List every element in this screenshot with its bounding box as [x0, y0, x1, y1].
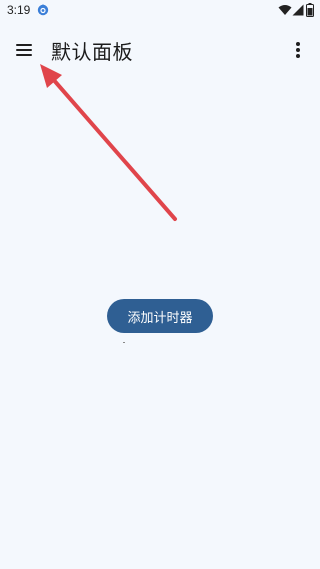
app-bar: 默认面板 — [0, 28, 320, 72]
divider-dot — [123, 342, 125, 343]
menu-button[interactable] — [12, 38, 38, 62]
add-timer-button[interactable]: 添加计时器 — [107, 299, 213, 333]
status-bar: 3:19 — [0, 0, 320, 24]
wifi-icon — [278, 5, 292, 15]
more-options-button[interactable] — [292, 40, 304, 60]
screen: 3:19 默认面板 添加计时器 — [0, 0, 320, 569]
red-arrow-annotation — [40, 64, 177, 221]
page-title: 默认面板 — [51, 40, 133, 64]
signal-icon — [292, 4, 304, 16]
app-notification-icon — [37, 4, 49, 16]
battery-icon — [306, 3, 314, 17]
status-time: 3:19 — [7, 3, 31, 17]
